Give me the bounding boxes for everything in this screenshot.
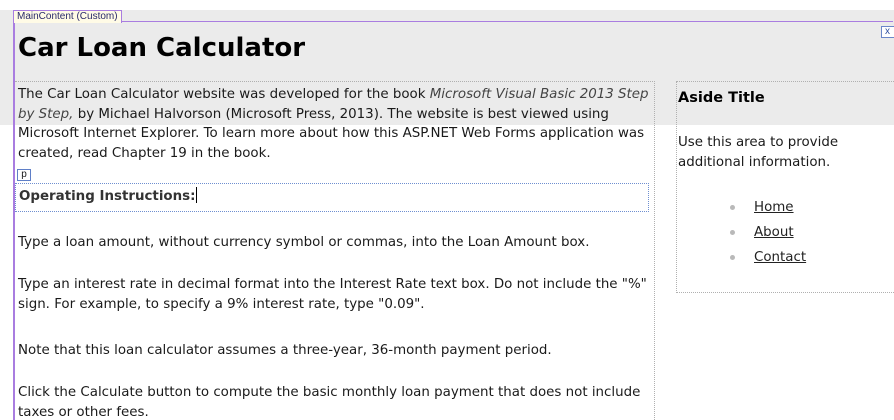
- contact-link[interactable]: Contact: [754, 249, 806, 267]
- intro-text-end: by Michael Halvorson (Microsoft Press, 2…: [18, 106, 645, 161]
- operating-instructions-label: Operating Instructions:: [19, 189, 196, 204]
- bullet-icon: [730, 255, 735, 260]
- intro-paragraph[interactable]: The Car Loan Calculator website was deve…: [18, 85, 650, 163]
- close-icon[interactable]: x: [881, 26, 894, 38]
- home-link[interactable]: Home: [754, 199, 794, 217]
- instruction-item[interactable]: Type a loan amount, without currency sym…: [18, 233, 650, 253]
- intro-text-start: The Car Loan Calculator website was deve…: [18, 87, 430, 102]
- operating-instructions-heading[interactable]: Operating Instructions:: [19, 187, 198, 207]
- instruction-item[interactable]: Type an interest rate in decimal format …: [18, 275, 650, 314]
- bullet-icon: [730, 205, 735, 210]
- aside-title: Aside Title: [678, 90, 765, 106]
- main-content-region-tag[interactable]: MainContent (Custom): [13, 10, 122, 23]
- aside-text: Use this area to provide additional info…: [678, 135, 839, 170]
- about-link[interactable]: About: [754, 224, 794, 242]
- page-title: Car Loan Calculator: [18, 33, 306, 63]
- text-caret: [196, 187, 198, 203]
- bullet-icon: [730, 230, 735, 235]
- paragraph-tag[interactable]: p: [17, 169, 31, 181]
- instruction-item[interactable]: Click the Calculate button to compute th…: [18, 383, 650, 420]
- instruction-item[interactable]: Note that this loan calculator assumes a…: [18, 341, 650, 361]
